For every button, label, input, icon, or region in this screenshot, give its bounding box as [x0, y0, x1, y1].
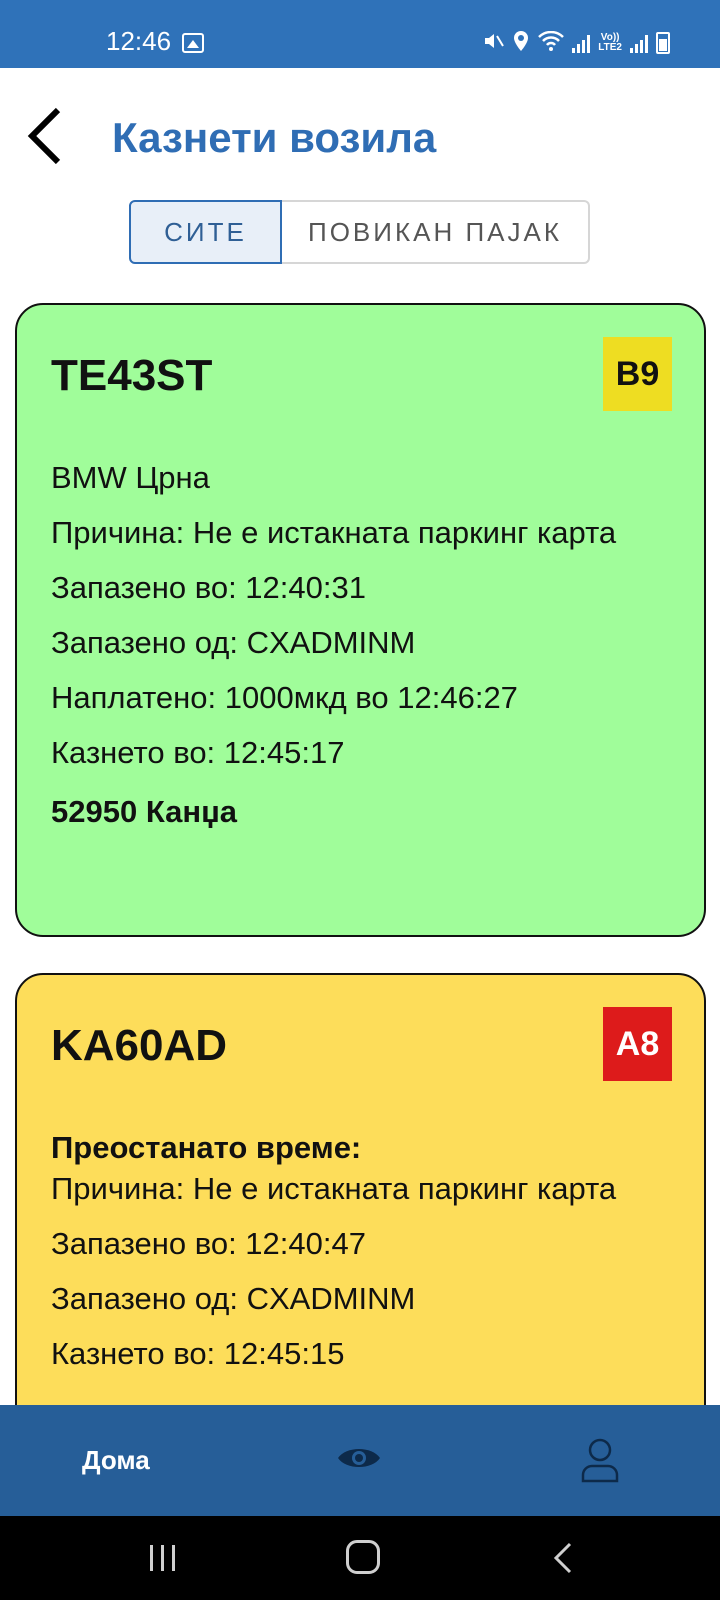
nav-home[interactable]: Дома: [82, 1445, 150, 1476]
fined-at: Казнето во: 12:45:15: [51, 1336, 345, 1371]
tab-called-tow[interactable]: ПОВИКАН ПАЈАК: [282, 200, 590, 264]
remaining-time: Преостанато време:: [51, 1130, 362, 1165]
paid-info: Наплатено: 1000мкд во 12:46:27: [51, 680, 518, 715]
zone-badge: A8: [603, 1007, 672, 1081]
eye-icon[interactable]: [336, 1441, 382, 1475]
filter-tabs: СИТЕ ПОВИКАН ПАЈАК: [129, 200, 590, 264]
status-icons: Vo)) LTE2: [482, 28, 670, 58]
battery-icon: [656, 32, 670, 54]
vehicle-description: BMW Црна: [51, 460, 210, 495]
recent-apps-icon[interactable]: [148, 1544, 178, 1572]
saved-at: Запазено во: 12:40:31: [51, 570, 366, 605]
vehicle-card[interactable]: TE43ST B9 BMW Црна Причина: Не е истакна…: [15, 303, 706, 937]
fined-at: Казнето во: 12:45:17: [51, 735, 345, 770]
volte-icon: Vo)) LTE2: [598, 32, 622, 53]
location-icon: [512, 30, 530, 56]
user-icon[interactable]: [580, 1437, 620, 1483]
fine-reason: Причина: Не е истакната паркинг карта: [51, 1171, 617, 1206]
card-details: Преостанато време: Причина: Не е истакна…: [51, 1127, 664, 1388]
status-bar: 12:46 Vo)) LTE2: [0, 0, 720, 68]
gallery-icon: [182, 33, 204, 53]
bottom-nav: Дома: [0, 1405, 720, 1516]
status-time: 12:46: [106, 26, 172, 56]
zone-badge: B9: [603, 337, 672, 411]
wifi-icon: [538, 30, 565, 55]
page-title: Казнети возила: [112, 114, 437, 161]
tab-all[interactable]: СИТЕ: [129, 200, 282, 264]
card-details: BMW Црна Причина: Не е истакната паркинг…: [51, 457, 664, 846]
saved-at: Запазено во: 12:40:47: [51, 1226, 366, 1261]
home-icon[interactable]: [346, 1540, 380, 1574]
signal-icon: [572, 33, 591, 53]
saved-by: Запазено од: CXADMINM: [51, 1281, 416, 1316]
office-info: 52950 Канџа: [51, 794, 238, 829]
fine-reason: Причина: Не е истакната паркинг карта: [51, 515, 617, 550]
back-icon[interactable]: [552, 1542, 576, 1574]
vehicle-card[interactable]: KA60AD A8 Преостанато време: Причина: Не…: [15, 973, 706, 1433]
system-nav: [0, 1516, 720, 1600]
plate-number: TE43ST: [51, 351, 213, 400]
mute-icon: [482, 30, 505, 56]
plate-number: KA60AD: [51, 1021, 228, 1070]
back-arrow-icon[interactable]: [22, 104, 82, 165]
header: Казнети возила: [0, 68, 720, 198]
saved-by: Запазено од: CXADMINM: [51, 625, 416, 660]
signal-icon: [630, 33, 648, 53]
